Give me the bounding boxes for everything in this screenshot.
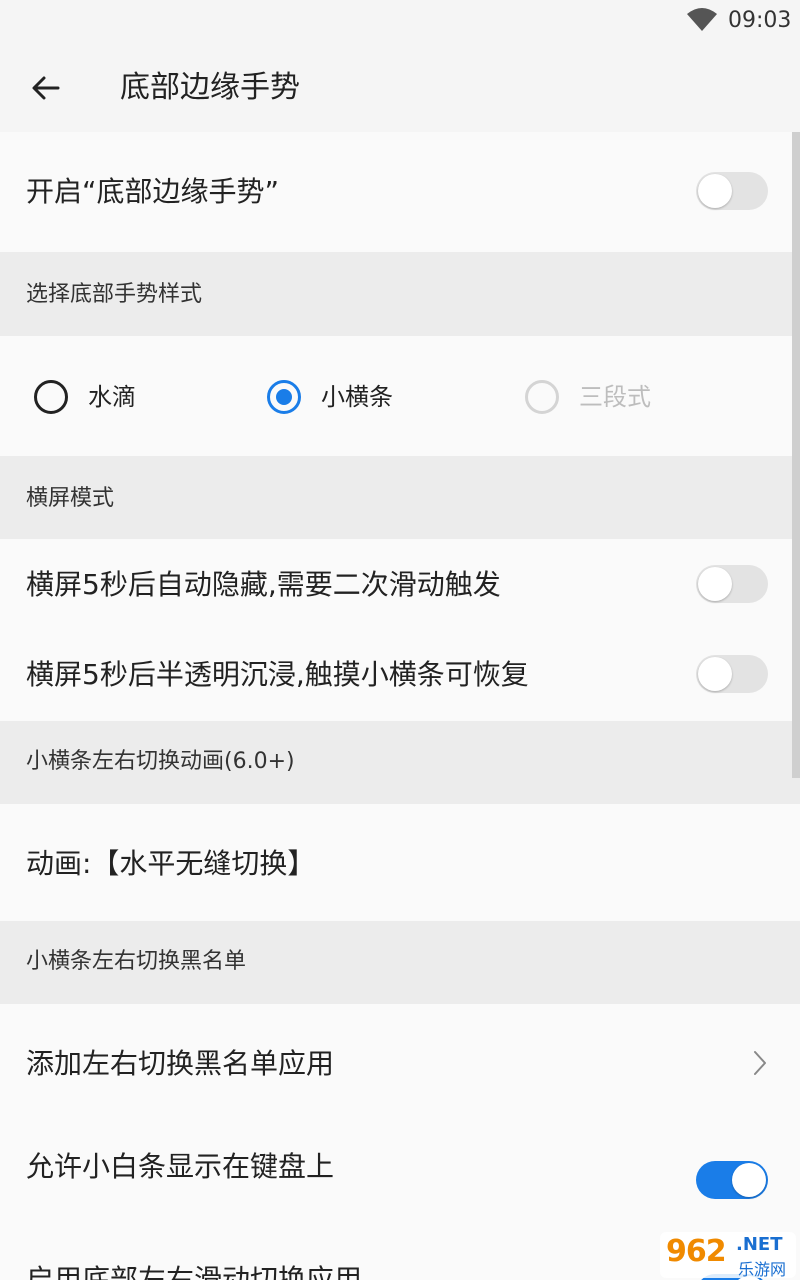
switch-knob [698,657,732,691]
show-on-keyboard-label: 允许小白条显示在键盘上 [26,1150,335,1183]
switch-knob [732,1163,766,1197]
page-title: 底部边缘手势 [120,70,300,105]
section-gesture-style-label: 选择底部手势样式 [26,282,203,307]
wifi-icon [687,8,717,31]
app-bar: 底部边缘手势 [0,44,800,132]
translucent-switch[interactable] [696,655,768,693]
partial-swipe-switch-label: 启用底部左右滑动切换应用 [26,1263,363,1280]
watermark-net: .NET [736,1234,783,1255]
radio-water-drop[interactable]: 水滴 [34,380,136,414]
show-on-keyboard-row[interactable]: 允许小白条显示在键盘上 [0,1121,800,1240]
show-on-keyboard-switch[interactable] [696,1161,768,1199]
settings-list[interactable]: 开启“底部边缘手势” 选择底部手势样式 水滴 小横条 三段式 横屏模式 横屏5秒… [0,132,800,1280]
watermark-logo: 962 .NET 乐游网 [660,1232,796,1279]
animation-label: 动画:【水平无缝切换】 [26,847,316,880]
gesture-style-radio-row: 水滴 小横条 三段式 [0,336,800,456]
status-time: 09:03 [728,8,792,33]
radio-label-water-drop: 水滴 [88,383,136,411]
watermark-num: 962 [666,1234,727,1269]
auto-hide-row[interactable]: 横屏5秒后自动隐藏,需要二次滑动触发 [0,539,800,631]
radio-label-small-bar: 小横条 [321,383,393,411]
switch-knob [698,567,732,601]
section-landscape-label: 横屏模式 [26,486,115,511]
back-button[interactable] [22,64,70,112]
radio-circle-disabled [525,380,559,414]
watermark-sub: 乐游网 [738,1260,787,1279]
translucent-label: 横屏5秒后半透明沉浸,触摸小横条可恢复 [26,658,529,691]
switch-knob [698,174,732,208]
radio-label-three-segment: 三段式 [579,383,651,411]
add-blacklist-app-row[interactable]: 添加左右切换黑名单应用 [0,1004,800,1121]
section-blacklist-label: 小横条左右切换黑名单 [26,949,247,974]
chevron-right-icon [754,1051,766,1075]
translucent-row[interactable]: 横屏5秒后半透明沉浸,触摸小横条可恢复 [0,631,800,721]
section-gesture-style: 选择底部手势样式 [0,252,800,336]
radio-small-bar[interactable]: 小横条 [267,380,393,414]
section-landscape: 横屏模式 [0,456,800,539]
add-blacklist-app-label: 添加左右切换黑名单应用 [26,1047,335,1080]
animation-row[interactable]: 动画:【水平无缝切换】 [0,804,800,921]
back-arrow-icon [32,76,60,100]
radio-circle-checked [267,380,301,414]
status-bar: 09:03 [0,0,800,44]
auto-hide-label: 横屏5秒后自动隐藏,需要二次滑动触发 [26,568,501,601]
scrollbar[interactable] [792,132,800,778]
main-gesture-toggle-row[interactable]: 开启“底部边缘手势” [0,132,800,252]
main-gesture-switch[interactable] [696,172,768,210]
radio-circle [34,380,68,414]
section-blacklist: 小横条左右切换黑名单 [0,921,800,1004]
section-switch-animation: 小横条左右切换动画(6.0+) [0,721,800,804]
radio-three-segment: 三段式 [525,380,651,414]
auto-hide-switch[interactable] [696,565,768,603]
section-switch-animation-label: 小横条左右切换动画(6.0+) [26,749,295,774]
main-toggle-label: 开启“底部边缘手势” [26,175,280,208]
